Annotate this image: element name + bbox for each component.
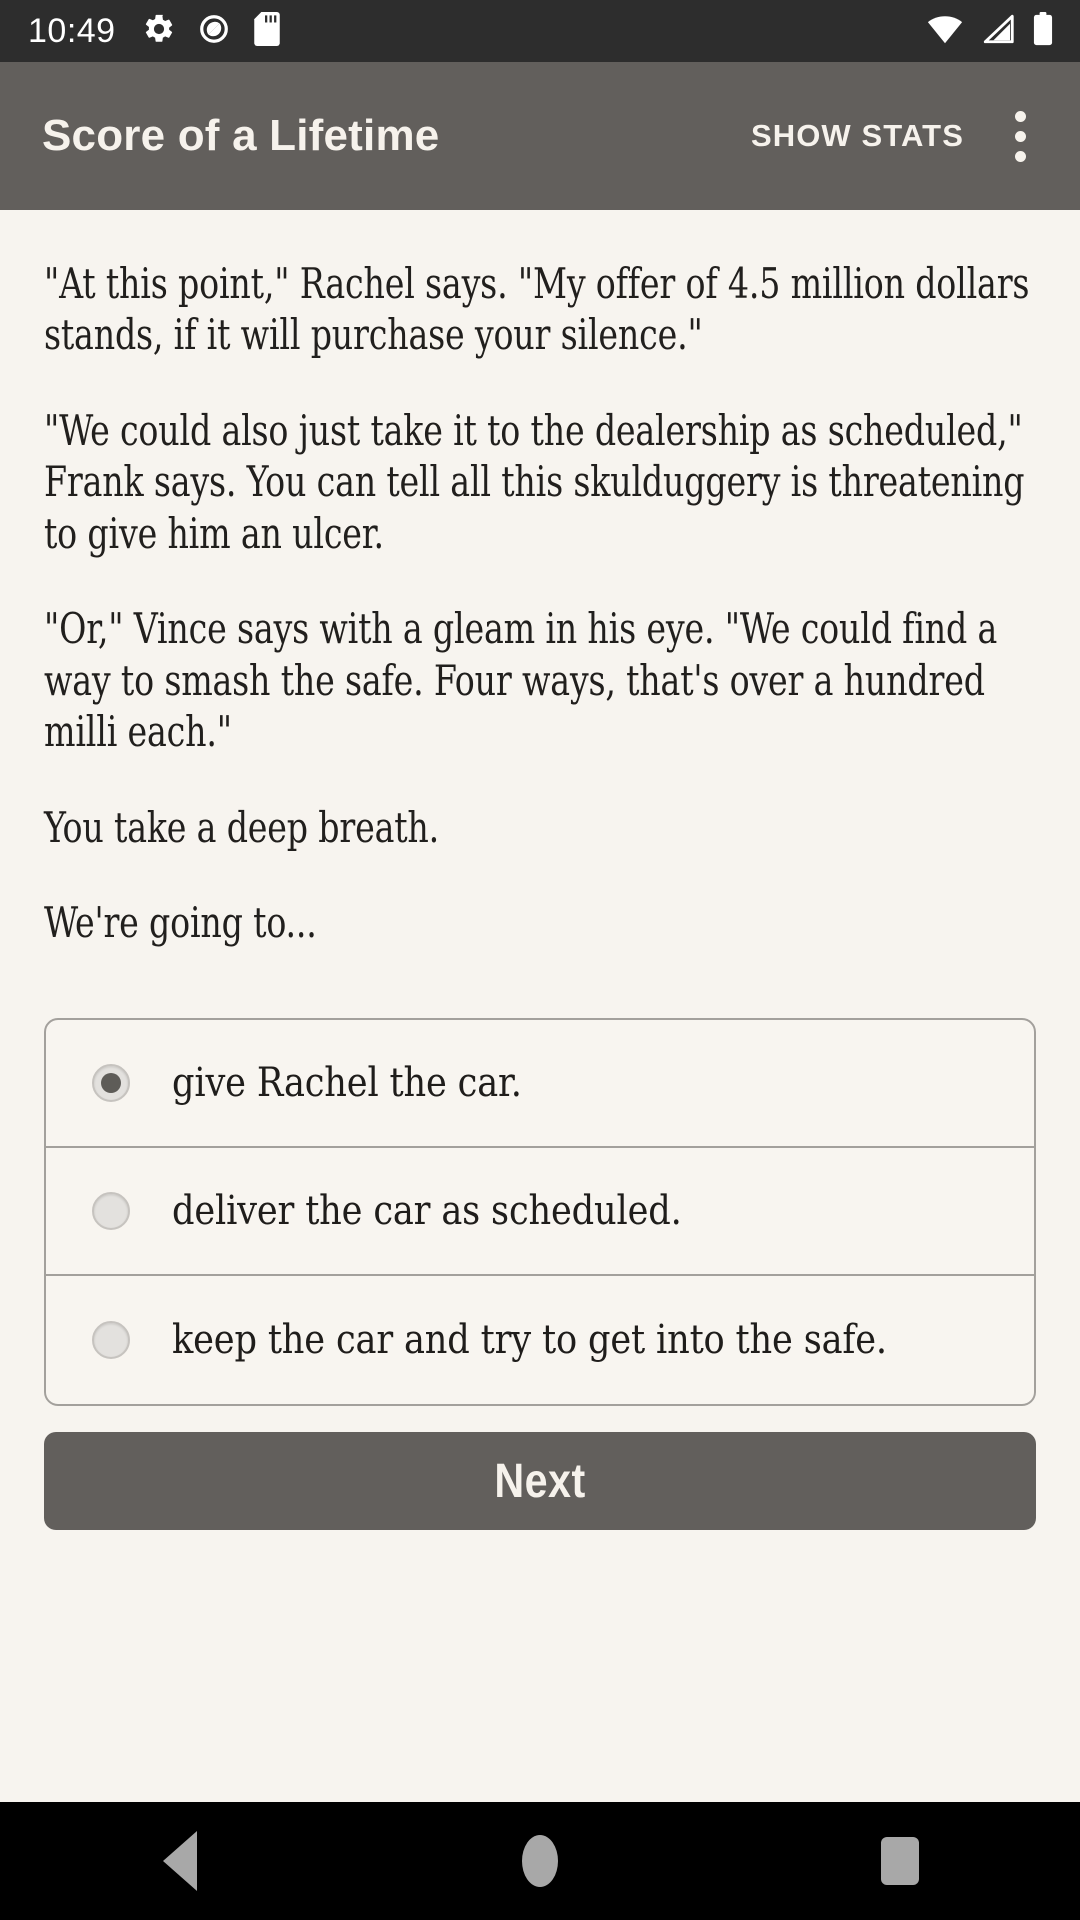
story-paragraph: We're going to... <box>44 897 317 947</box>
radio-button-icon[interactable] <box>92 1192 130 1231</box>
battery-icon <box>1032 11 1054 51</box>
back-button[interactable] <box>90 1802 270 1920</box>
show-stats-button[interactable]: SHOW STATS <box>737 100 978 172</box>
do-not-disturb-icon <box>198 13 230 50</box>
status-bar: 10:49 <box>0 0 1080 62</box>
radio-button-icon[interactable] <box>92 1321 130 1360</box>
overflow-dot <box>1014 130 1026 142</box>
story-text: "At this point," Rachel says. "My offer … <box>22 210 1058 992</box>
status-system-icons <box>926 11 1054 51</box>
app-bar-actions: SHOW STATS <box>737 94 1062 178</box>
more-vertical-icon[interactable] <box>978 94 1062 178</box>
radio-button-icon[interactable] <box>92 1064 130 1103</box>
next-button-label: Next <box>494 1454 586 1508</box>
android-navigation-bar <box>0 1802 1080 1920</box>
sd-card-icon <box>252 11 282 51</box>
overflow-dot <box>1014 110 1026 122</box>
list-item[interactable]: deliver the car as scheduled. <box>46 1148 1034 1277</box>
home-button[interactable] <box>450 1802 630 1920</box>
choice-label: deliver the car as scheduled. <box>172 1188 682 1235</box>
status-notification-icons <box>142 11 282 51</box>
cellular-signal-icon <box>980 14 1016 49</box>
list-item[interactable]: give Rachel the car. <box>46 1020 1034 1149</box>
story-paragraph: "At this point," Rachel says. "My offer … <box>44 259 1030 360</box>
story-content: "At this point," Rachel says. "My offer … <box>0 210 1080 1802</box>
app-bar: Score of a Lifetime SHOW STATS <box>0 62 1080 210</box>
page-title: Score of a Lifetime <box>42 111 440 160</box>
phone-screen: 10:49 Score of a Lifetime SHOW STATS "At… <box>0 0 1080 1920</box>
list-item[interactable]: keep the car and try to get into the saf… <box>46 1276 1034 1404</box>
overflow-dot <box>1014 150 1026 162</box>
recents-button[interactable] <box>810 1802 990 1920</box>
gear-icon <box>142 12 176 51</box>
back-triangle-icon <box>163 1831 197 1891</box>
recents-square-icon <box>881 1837 919 1885</box>
next-button[interactable]: Next <box>44 1432 1036 1531</box>
next-button-container: Next <box>22 1406 1058 1531</box>
wifi-icon <box>926 14 964 49</box>
story-paragraph: "Or," Vince says with a gleam in his eye… <box>44 604 998 757</box>
choice-label: give Rachel the car. <box>172 1060 522 1107</box>
story-paragraph: "We could also just take it to the deale… <box>44 405 1025 558</box>
story-paragraph: You take a deep breath. <box>44 802 440 852</box>
choice-label: keep the car and try to get into the saf… <box>172 1317 887 1364</box>
status-clock: 10:49 <box>28 12 116 50</box>
home-circle-icon <box>522 1835 558 1887</box>
choice-list: give Rachel the car. deliver the car as … <box>44 1018 1036 1407</box>
